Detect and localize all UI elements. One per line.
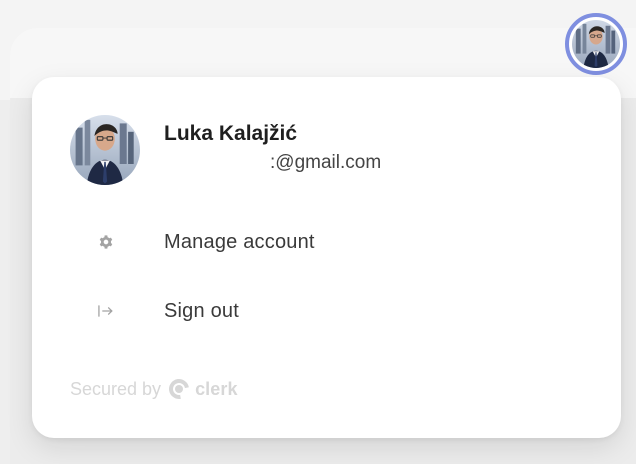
manage-account-button[interactable]: Manage account xyxy=(86,208,516,276)
avatar xyxy=(70,115,140,185)
gear-icon xyxy=(86,234,126,250)
footer-brand: clerk xyxy=(195,379,238,399)
page: Luka Kalajžić :@gmail.com Manage account xyxy=(0,0,636,464)
sign-out-label: Sign out xyxy=(164,300,239,322)
sign-out-icon xyxy=(86,303,126,319)
identity: Luka Kalajžić :@gmail.com xyxy=(164,122,382,175)
brand-logo: clerk xyxy=(169,378,238,400)
user-menu-popover: Luka Kalajžić :@gmail.com Manage account xyxy=(32,77,621,438)
clerk-logo-icon xyxy=(169,379,189,399)
security-footer: Secured by clerk xyxy=(70,378,238,400)
user-menu: Manage account Sign out xyxy=(86,208,516,345)
user-avatar-button[interactable] xyxy=(565,13,627,75)
user-name: Luka Kalajžić xyxy=(164,122,298,145)
footer-prefix: Secured by xyxy=(70,379,162,399)
sign-out-button[interactable]: Sign out xyxy=(86,277,516,345)
user-email: :@gmail.com xyxy=(270,152,382,173)
manage-account-label: Manage account xyxy=(164,231,315,253)
avatar xyxy=(572,20,620,68)
user-summary: Luka Kalajžić :@gmail.com xyxy=(70,115,381,185)
